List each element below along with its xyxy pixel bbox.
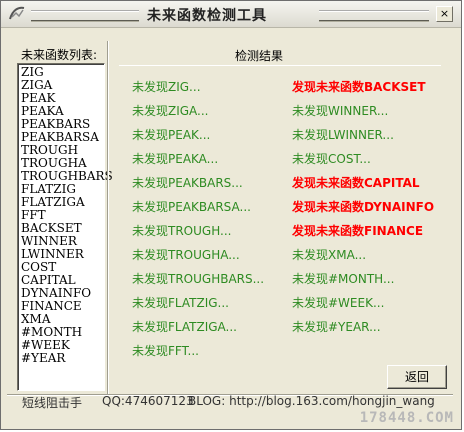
result-not-found-text: 未发现PEAKBARSA... (132, 200, 251, 214)
window-title: 未来函数检测工具 (147, 8, 267, 24)
back-button[interactable]: 返回 (387, 365, 447, 389)
footer-author: 短线阻击手 (22, 396, 83, 410)
results-header-divider (119, 65, 441, 66)
footer-blog: BLOG: http://blog.163.com/hongjin_wang (188, 394, 435, 408)
result-not-found-text: 未发现ZIG... (132, 80, 201, 94)
results-column-left: 未发现ZIG... 未发现ZIGA... 未发现PEAK... 未发现PEAKA...… (132, 80, 264, 368)
result-not-found-text: 未发现XMA... (292, 248, 367, 262)
vertical-divider (107, 41, 109, 395)
function-list-panel: 未来函数列表: ZIG ZIGA PEAK PEAKA PEAKBARS PEAKBARS… (17, 45, 113, 391)
result-not-found-text: 未发现#WEEK... (292, 296, 385, 310)
result-not-found-text: 未发现COST... (292, 152, 371, 166)
result-not-found-text: 未发现ZIGA... (132, 104, 209, 118)
result-found-text: 发现未来函数FINANCE (292, 224, 424, 238)
close-icon: × (439, 7, 450, 20)
result-not-found-text: 未发现FLATZIGA... (132, 320, 237, 334)
function-list: ZIG ZIGA PEAK PEAKA PEAKBARS PEAKBARSA TROUGH T… (18, 64, 113, 365)
result-found-text: 发现未来函数CAPITAL (292, 176, 420, 190)
results-header: 检测结果 (235, 49, 284, 63)
footer-qq: QQ:474607123 (102, 394, 194, 408)
results-column-right: 发现未来函数BACKSET 未发现WINNER... 未发现LWINNER... 未发… (292, 80, 434, 344)
function-list-header: 未来函数列表: (21, 48, 98, 62)
title-groove-left (31, 10, 139, 22)
watermark: 178448.COM (359, 410, 454, 426)
result-found-text: 发现未来函数DYNAINFO (292, 200, 435, 214)
function-listbox[interactable]: ZIG ZIGA PEAK PEAKA PEAKBARS PEAKBARSA TROUGH T… (17, 63, 113, 391)
result-not-found-text: 未发现FLATZIG... (132, 296, 229, 310)
result-not-found-text: 未发现TROUGHBARS... (132, 272, 265, 286)
result-not-found-text: 未发现LWINNER... (292, 128, 394, 142)
function-list-item[interactable]: #YEAR (21, 352, 104, 365)
result-not-found-text: 未发现PEAKBARS... (132, 176, 243, 190)
result-not-found-text: 未发现PEAK... (132, 128, 211, 142)
title-groove-right (319, 10, 429, 22)
result-not-found-text: 未发现#MONTH... (292, 272, 395, 286)
result-not-found-text: 未发现TROUGHA... (132, 248, 240, 262)
result-not-found-text: 未发现#YEAR... (292, 320, 381, 334)
result-not-found-text: 未发现WINNER... (292, 104, 389, 118)
main-window: 未来函数检测工具 × 未来函数列表: ZIG ZIGA PEAK PEAKA PEAKB… (0, 0, 462, 430)
close-button[interactable]: × (436, 6, 453, 22)
result-not-found-text: 未发现TROUGH... (132, 224, 232, 238)
result-found-text: 发现未来函数BACKSET (292, 80, 426, 94)
result-not-found-text: 未发现PEAKA... (132, 152, 219, 166)
title-bar[interactable]: 未来函数检测工具 × (1, 1, 461, 28)
result-not-found-text: 未发现FFT... (132, 344, 199, 358)
app-icon (9, 6, 25, 20)
